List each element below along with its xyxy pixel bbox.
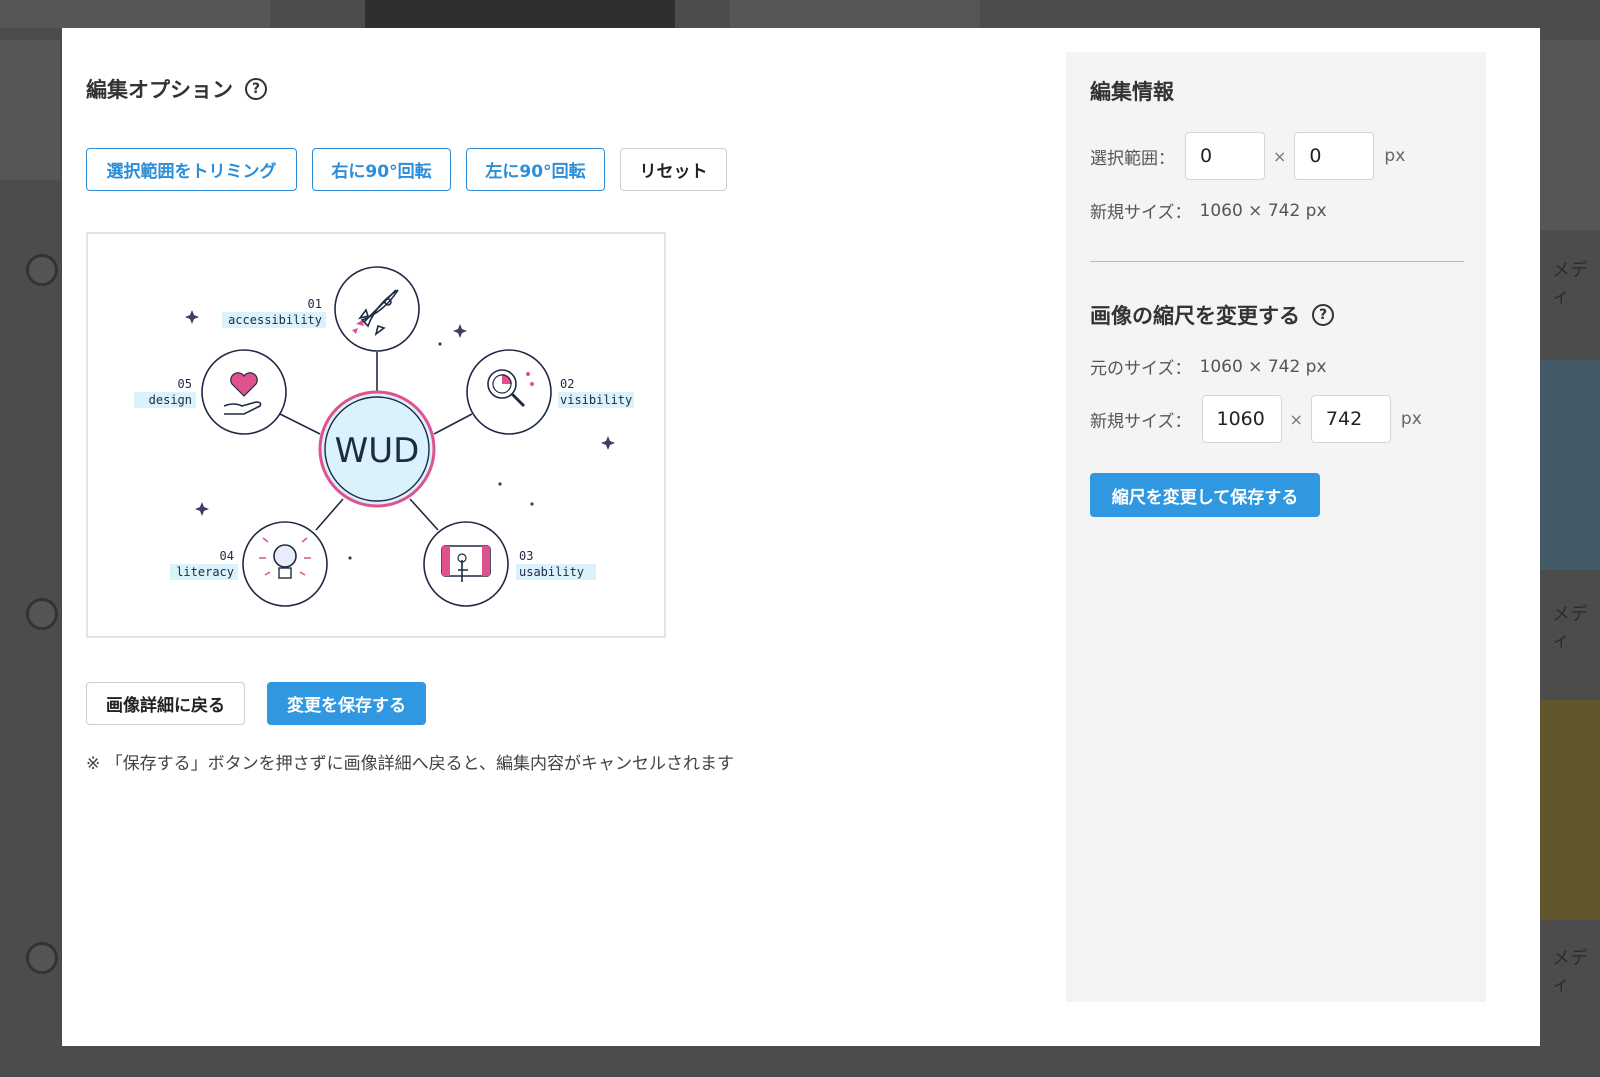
- image-edit-modal: 編集オプション ? 選択範囲をトリミング 右に90°回転 左に90°回転 リセッ…: [62, 28, 1540, 1046]
- scale-title: 画像の縮尺を変更する: [1090, 304, 1300, 328]
- center-node: WUD: [318, 390, 436, 508]
- times-sign: ×: [1273, 146, 1287, 166]
- scale-width-input[interactable]: [1201, 395, 1282, 443]
- node-label: literacy: [176, 565, 234, 579]
- node-label: visibility: [560, 393, 632, 407]
- node-label: accessibility: [228, 313, 322, 327]
- selection-label: 選択範囲：: [1090, 148, 1175, 169]
- node-number: 05: [178, 377, 192, 391]
- edit-info-title: 編集情報: [1090, 80, 1174, 104]
- node-usability: 03 usability: [423, 521, 596, 607]
- edit-toolbar: 選択範囲をトリミング 右に90°回転 左に90°回転 リセット: [86, 148, 727, 191]
- back-to-details-button[interactable]: 画像詳細に戻る: [86, 682, 245, 725]
- times-sign: ×: [1289, 409, 1303, 429]
- original-size-value: 1060 × 742 px: [1199, 356, 1327, 377]
- panel-divider: [1090, 261, 1464, 262]
- cancel-warning-note: ※ 「保存する」ボタンを押さずに画像詳細へ戻ると、編集内容がキャンセルされます: [86, 754, 734, 774]
- new-size-label: 新規サイズ：: [1090, 203, 1192, 223]
- help-icon[interactable]: ?: [245, 78, 267, 100]
- scale-height-input[interactable]: [1310, 395, 1391, 443]
- new-size-row: 新規サイズ： 1060 × 742 px: [1090, 198, 1464, 224]
- scale-save-button[interactable]: 縮尺を変更して保存する: [1090, 473, 1320, 517]
- scale-size-label: 新規サイズ：: [1090, 411, 1192, 432]
- rotate-left-button[interactable]: 左に90°回転: [466, 148, 605, 191]
- scale-heading: 画像の縮尺を変更する ?: [1090, 300, 1464, 330]
- node-label: usability: [519, 565, 584, 579]
- node-number: 03: [519, 549, 533, 563]
- reset-button[interactable]: リセット: [620, 148, 727, 191]
- modal-actions: 画像詳細に戻る 変更を保存する: [86, 682, 426, 725]
- edit-options-title: 編集オプション: [86, 78, 233, 102]
- new-size-value: 1060 × 742 px: [1199, 200, 1327, 221]
- original-size-row: 元のサイズ： 1060 × 742 px: [1090, 354, 1464, 380]
- original-size-label: 元のサイズ：: [1090, 359, 1192, 379]
- edit-options-section: 編集オプション ? 選択範囲をトリミング 右に90°回転 左に90°回転 リセッ…: [86, 74, 1066, 774]
- wud-diagram: WUD 01 accessibility 02 visibility 03 us…: [134, 266, 634, 607]
- unit-label: px: [1400, 409, 1422, 429]
- node-visibility: 02 visibility: [466, 349, 634, 435]
- edit-options-heading: 編集オプション ?: [86, 74, 1066, 104]
- scale-size-row: 新規サイズ： × px: [1090, 395, 1464, 443]
- unit-label: px: [1384, 146, 1406, 166]
- node-accessibility: 01 accessibility: [222, 266, 420, 352]
- rotate-right-button[interactable]: 右に90°回転: [312, 148, 451, 191]
- node-number: 02: [560, 377, 574, 391]
- touch-screen-icon: [441, 545, 491, 582]
- save-changes-button[interactable]: 変更を保存する: [267, 682, 426, 725]
- center-label: WUD: [335, 431, 420, 471]
- node-literacy: 04 literacy: [170, 521, 328, 607]
- help-icon[interactable]: ?: [1312, 304, 1334, 326]
- selection-width-input[interactable]: [1185, 132, 1265, 180]
- trim-button[interactable]: 選択範囲をトリミング: [86, 148, 297, 191]
- selection-height-input[interactable]: [1294, 132, 1375, 180]
- edit-info-panel: 編集情報 選択範囲： × px 新規サイズ： 1060 × 742 px 画像の…: [1066, 52, 1486, 1002]
- node-number: 04: [220, 549, 234, 563]
- image-preview[interactable]: WUD 01 accessibility 02 visibility 03 us…: [86, 232, 666, 638]
- selection-row: 選択範囲： × px: [1090, 132, 1464, 180]
- node-number: 01: [308, 297, 322, 311]
- node-design: 05 design: [134, 349, 287, 435]
- node-label: design: [149, 393, 192, 407]
